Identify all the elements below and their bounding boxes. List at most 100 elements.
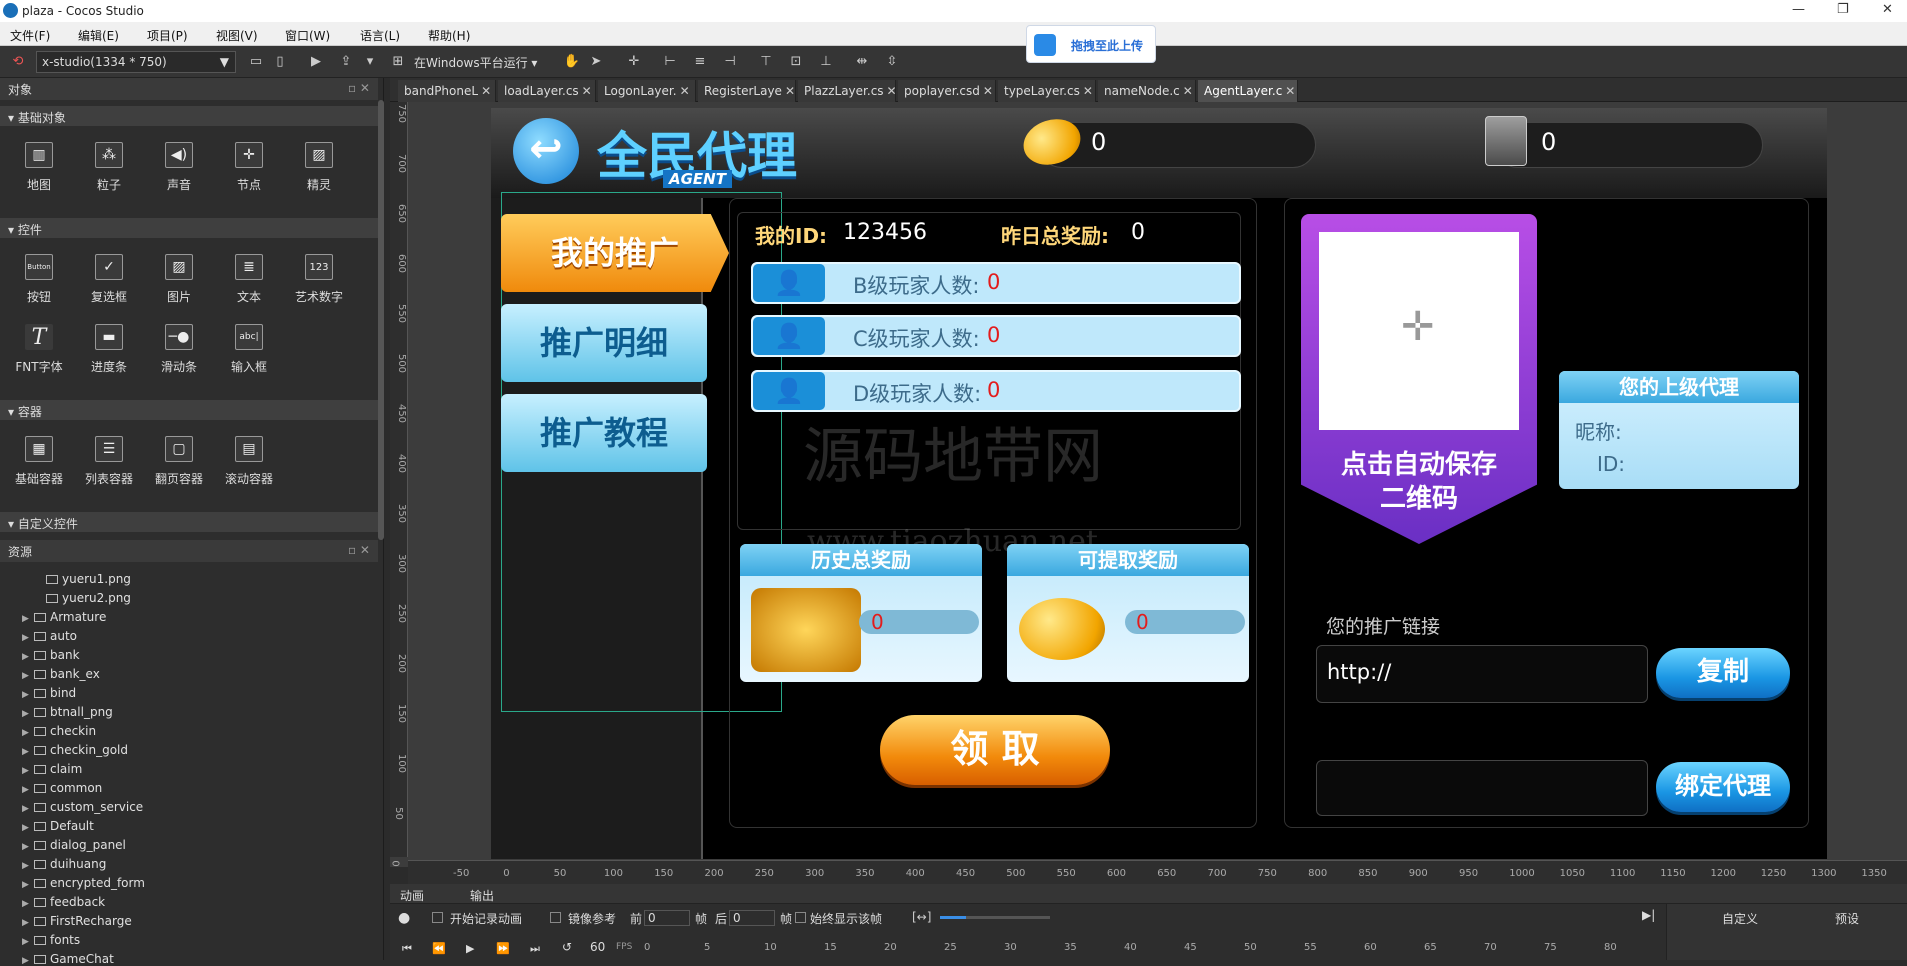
tree-folder[interactable]: ▶ GameChat [22, 952, 114, 966]
tab-agentlayer[interactable]: AgentLayer.c ✕ [1198, 80, 1298, 102]
section-containers[interactable]: ▾ 容器 [0, 400, 378, 420]
tree-folder[interactable]: ▶ bind [22, 686, 76, 700]
chevron-right-icon[interactable]: ▶ [22, 823, 32, 833]
tab-output[interactable]: 输出 [470, 887, 494, 904]
play-icon[interactable]: ▶ [306, 52, 326, 72]
anchor-icon[interactable]: ✛ [624, 52, 644, 72]
tab-preset[interactable]: 预设 [1835, 910, 1859, 927]
widget-image[interactable]: ▨ 图片 [149, 254, 209, 305]
section-custom[interactable]: ▾ 自定义控件 [0, 512, 378, 532]
widget-checkbox[interactable]: ✓ 复选框 [79, 254, 139, 305]
align-left-icon[interactable]: ⊢ [660, 52, 680, 72]
last-frame-icon[interactable]: ⏭ [530, 942, 540, 956]
close-icon[interactable]: ✕ [582, 84, 592, 98]
tree-file[interactable]: yueru2.png [44, 591, 131, 605]
run-target-select[interactable]: 在Windows平台运行 ▾ [410, 51, 565, 73]
chevron-right-icon[interactable]: ▶ [22, 671, 32, 681]
tab-plazzlayer[interactable]: PlazzLayer.cs ✕ [798, 80, 896, 102]
prev-frame-icon[interactable]: ⏪ [432, 942, 446, 955]
tree-folder[interactable]: ▶ feedback [22, 895, 105, 909]
tab-custom[interactable]: 自定义 [1722, 910, 1758, 927]
widget-input[interactable]: abc| 输入框 [219, 324, 279, 375]
align-center-icon[interactable]: ≡ [690, 52, 710, 72]
widget-slider[interactable]: ─● 滑动条 [149, 324, 209, 375]
chevron-right-icon[interactable]: ▶ [22, 880, 32, 890]
tab-poplayer[interactable]: poplayer.csd ✕ [898, 80, 996, 102]
chevron-right-icon[interactable]: ▶ [22, 918, 32, 928]
widget-node[interactable]: ✛ 节点 [219, 142, 279, 193]
tree-folder[interactable]: ▶ FirstRecharge [22, 914, 132, 928]
tree-folder[interactable]: ▶ Default [22, 819, 94, 833]
tree-folder[interactable]: ▶ encrypted_form [22, 876, 145, 890]
chevron-right-icon[interactable]: ▶ [22, 804, 32, 814]
close-icon[interactable]: ✕ [887, 84, 895, 98]
widget-button[interactable]: Button 按钮 [9, 254, 69, 305]
widget-base-container[interactable]: ▦ 基础容器 [9, 436, 69, 487]
tab-registerlayer[interactable]: RegisterLaye ✕ [698, 80, 796, 102]
distribute-h-icon[interactable]: ⇹ [852, 52, 872, 72]
tab-promotion-tutorial[interactable]: 推广教程 [501, 394, 707, 472]
close-icon[interactable]: ✕ [785, 84, 795, 98]
widget-list-container[interactable]: ☰ 列表容器 [79, 436, 139, 487]
claim-button[interactable]: 领 取 [880, 715, 1110, 785]
chevron-right-icon[interactable]: ▶ [22, 633, 32, 643]
mirror-checkbox[interactable] [550, 912, 561, 923]
tree-file[interactable]: yueru1.png [44, 572, 131, 586]
section-basic[interactable]: ▾ 基础对象 [0, 106, 378, 126]
tree-folder[interactable]: ▶ checkin [22, 724, 96, 738]
widget-sound[interactable]: ◀) 声音 [149, 142, 209, 193]
widget-progress[interactable]: ▬ 进度条 [79, 324, 139, 375]
widget-art-number[interactable]: 123 艺术数字 [289, 254, 349, 305]
panel-close-icon[interactable]: ▫ ✕ [348, 81, 370, 95]
chevron-right-icon[interactable]: ▶ [22, 690, 32, 700]
next-frame-icon[interactable]: ⏩ [496, 942, 510, 955]
widget-map[interactable]: ▥ 地图 [9, 142, 69, 193]
timeline[interactable]: 0 5 10 15 20 25 30 35 40 45 50 55 60 65 70 75 80 [644, 934, 1644, 958]
tab-my-promotion[interactable]: 我的推广 [501, 214, 729, 292]
align-top-icon[interactable]: ⊤ [756, 52, 776, 72]
chevron-right-icon[interactable]: ▶ [22, 937, 32, 947]
chevron-right-icon[interactable]: ▶ [22, 747, 32, 757]
portrait-icon[interactable]: ▯ [270, 52, 290, 72]
play-marker-icon[interactable]: ▶| [1642, 908, 1655, 922]
chevron-right-icon[interactable]: ▶ [22, 652, 32, 662]
close-icon[interactable]: ✕ [1285, 84, 1295, 98]
menu-edit[interactable]: 编辑(E) [78, 27, 119, 44]
tree-folder[interactable]: ▶ dialog_panel [22, 838, 126, 852]
minimize-button[interactable]: — [1792, 2, 1805, 17]
menu-window[interactable]: 窗口(W) [285, 27, 330, 44]
chevron-right-icon[interactable]: ▶ [22, 728, 32, 738]
menu-file[interactable]: 文件(F) [10, 27, 50, 44]
record-checkbox[interactable] [432, 912, 443, 923]
close-button[interactable]: ✕ [1882, 2, 1893, 17]
tree-folder[interactable]: ▶ btnall_png [22, 705, 113, 719]
close-icon[interactable]: ✕ [481, 84, 491, 98]
chevron-right-icon[interactable]: ▶ [22, 709, 32, 719]
chevron-right-icon[interactable]: ▶ [22, 785, 32, 795]
widget-fnt[interactable]: T FNT字体 [9, 324, 69, 375]
loop-icon[interactable]: ↺ [562, 940, 572, 954]
widget-text[interactable]: ≣ 文本 [219, 254, 279, 305]
hand-tool-icon[interactable]: ✋ [562, 52, 582, 72]
close-icon[interactable]: ✕ [1183, 84, 1193, 98]
menu-help[interactable]: 帮助(H) [428, 27, 470, 44]
align-middle-icon[interactable]: ⊡ [786, 52, 806, 72]
chevron-right-icon[interactable]: ▶ [22, 766, 32, 776]
tree-folder[interactable]: ▶ bank_ex [22, 667, 100, 681]
tree-folder[interactable]: ▶ checkin_gold [22, 743, 128, 757]
maximize-button[interactable]: ❐ [1837, 2, 1849, 17]
always-show-checkbox[interactable] [795, 912, 806, 923]
front-input[interactable]: 0 [644, 910, 690, 926]
cocos-icon[interactable]: ⟲ [8, 52, 28, 72]
tab-loadlayer[interactable]: loadLayer.cs ✕ [498, 80, 596, 102]
distribute-v-icon[interactable]: ⇳ [882, 52, 902, 72]
chevron-right-icon[interactable]: ▶ [22, 956, 32, 966]
tab-logonlayer[interactable]: LogonLayer. ✕ [598, 80, 696, 102]
tab-promotion-detail[interactable]: 推广明细 [501, 304, 707, 382]
copy-button[interactable]: 复制 [1656, 648, 1790, 698]
back-input[interactable]: 0 [729, 910, 775, 926]
chevron-right-icon[interactable]: ▶ [22, 842, 32, 852]
play-button[interactable]: ▶ [466, 942, 474, 955]
close-icon[interactable]: ✕ [680, 84, 690, 98]
tree-folder[interactable]: ▶ claim [22, 762, 82, 776]
